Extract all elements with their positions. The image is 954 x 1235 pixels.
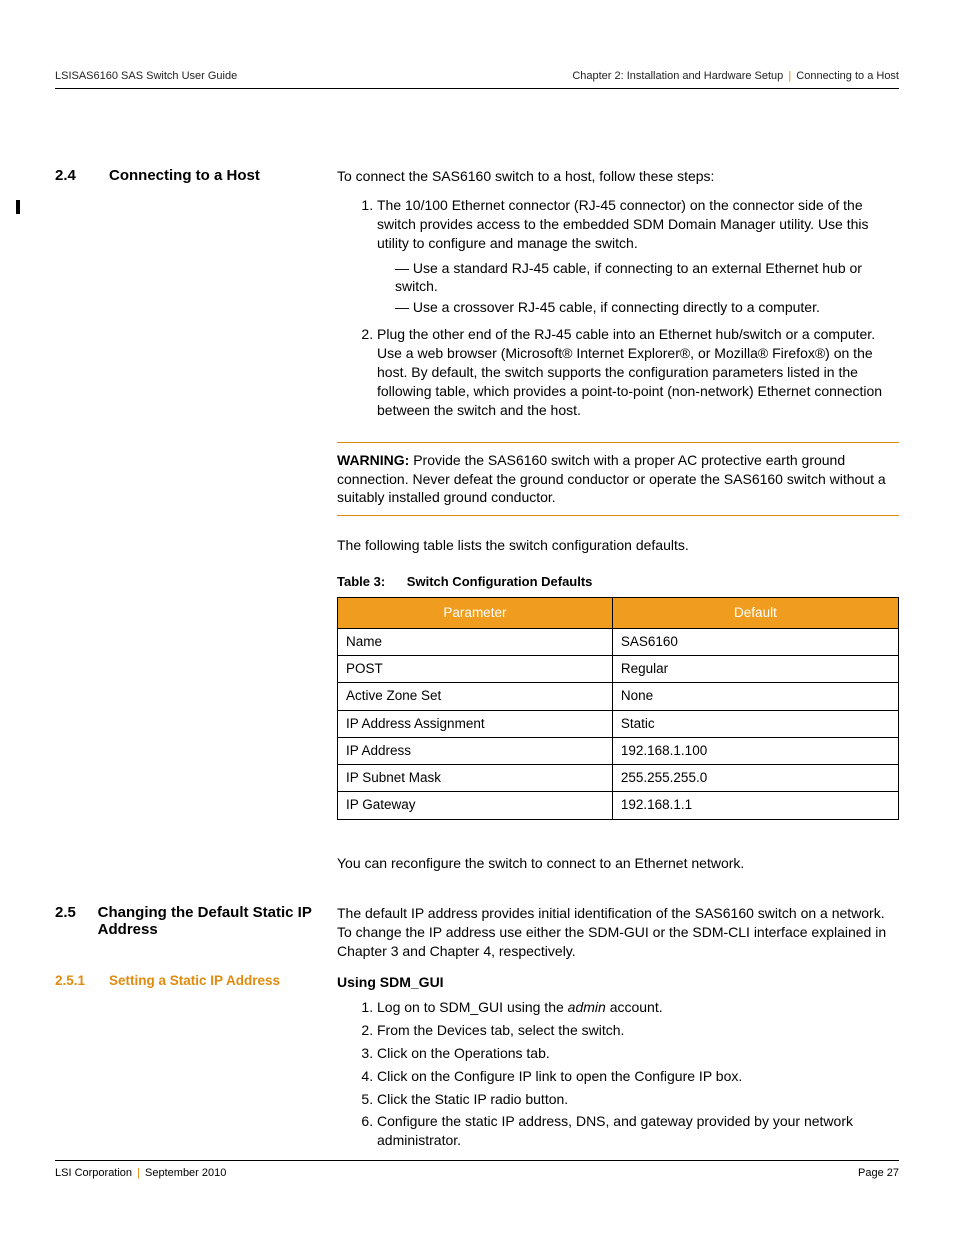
sdm-gui-steps: Log on to SDM_GUI using the admin accoun… bbox=[337, 998, 899, 1150]
table-row: POSTRegular bbox=[338, 656, 899, 683]
list-item: Log on to SDM_GUI using the admin accoun… bbox=[377, 998, 899, 1017]
table-caption: Table 3: Switch Configuration Defaults bbox=[337, 573, 899, 591]
table-row: IP Subnet Mask255.255.255.0 bbox=[338, 765, 899, 792]
header-left: LSISAS6160 SAS Switch User Guide bbox=[55, 70, 237, 82]
section-2-5-heading: 2.5 Changing the Default Static IP Addre… bbox=[55, 904, 317, 938]
running-footer: LSI Corporation | September 2010 Page 27 bbox=[55, 1160, 899, 1179]
list-item: Use a crossover RJ-45 cable, if connecti… bbox=[395, 298, 899, 317]
post-table-text: You can reconfigure the switch to connec… bbox=[337, 854, 899, 873]
config-defaults-table: Parameter Default NameSAS6160 POSTRegula… bbox=[337, 597, 899, 820]
using-sdm-gui-heading: Using SDM_GUI bbox=[337, 973, 899, 992]
after-warning-text: The following table lists the switch con… bbox=[337, 536, 899, 555]
footer-left: LSI Corporation | September 2010 bbox=[55, 1167, 226, 1179]
table-row: NameSAS6160 bbox=[338, 629, 899, 656]
footer-right: Page 27 bbox=[858, 1167, 899, 1179]
table-row: IP Address AssignmentStatic bbox=[338, 710, 899, 737]
running-header: LSISAS6160 SAS Switch User Guide Chapter… bbox=[55, 70, 899, 82]
section-2-4-heading: 2.4 Connecting to a Host bbox=[55, 167, 317, 184]
header-right: Chapter 2: Installation and Hardware Set… bbox=[572, 70, 899, 82]
list-item: Click on the Configure IP link to open t… bbox=[377, 1067, 899, 1086]
list-item: Configure the static IP address, DNS, an… bbox=[377, 1112, 899, 1150]
header-rule bbox=[55, 88, 899, 89]
sec24-intro: To connect the SAS6160 switch to a host,… bbox=[337, 167, 899, 186]
table-row: IP Address192.168.1.100 bbox=[338, 737, 899, 764]
list-item: Click on the Operations tab. bbox=[377, 1044, 899, 1063]
table-row: IP Gateway192.168.1.1 bbox=[338, 792, 899, 819]
list-item: The 10/100 Ethernet connector (RJ-45 con… bbox=[377, 196, 899, 317]
sec25-intro: The default IP address provides initial … bbox=[337, 904, 899, 961]
col-parameter: Parameter bbox=[338, 597, 613, 628]
list-item: From the Devices tab, select the switch. bbox=[377, 1021, 899, 1040]
list-item: Click the Static IP radio button. bbox=[377, 1090, 899, 1109]
list-item: Use a standard RJ-45 cable, if connectin… bbox=[395, 259, 899, 297]
list-item: Plug the other end of the RJ-45 cable in… bbox=[377, 325, 899, 419]
warning-box: WARNING: Provide the SAS6160 switch with… bbox=[337, 442, 899, 517]
section-2-5-1-heading: 2.5.1 Setting a Static IP Address bbox=[55, 973, 317, 988]
change-bar bbox=[16, 200, 20, 214]
sec24-list: The 10/100 Ethernet connector (RJ-45 con… bbox=[337, 196, 899, 420]
col-default: Default bbox=[612, 597, 898, 628]
table-row: Active Zone SetNone bbox=[338, 683, 899, 710]
